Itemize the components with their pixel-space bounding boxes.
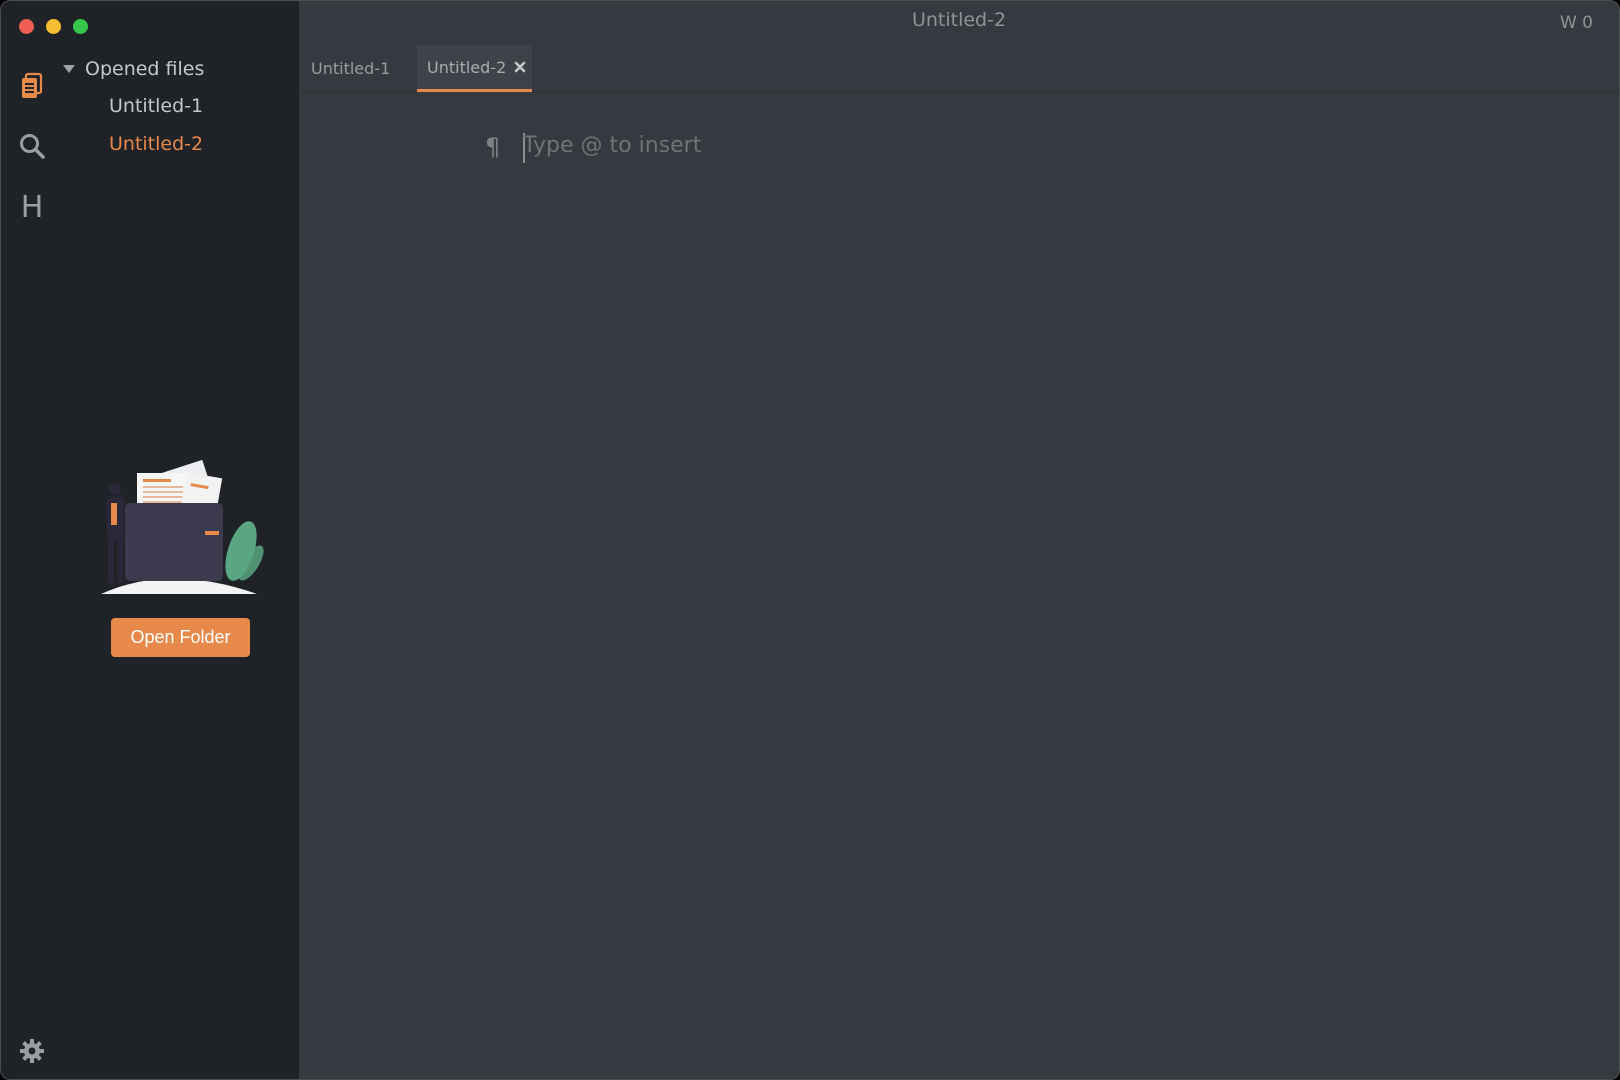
files-icon[interactable] xyxy=(17,71,47,101)
toc-glyph: H xyxy=(20,190,44,225)
tab-untitled-1[interactable]: Untitled-1 xyxy=(311,45,390,92)
window-close-button[interactable] xyxy=(19,19,34,34)
window-title: Untitled-2 xyxy=(911,9,1007,31)
opened-file-untitled-2[interactable]: Untitled-2 xyxy=(109,133,203,155)
close-icon[interactable] xyxy=(513,60,527,74)
editor[interactable]: ¶ Type @ to insert xyxy=(299,93,1619,1079)
opened-files-title: Opened files xyxy=(85,58,205,80)
paragraph-icon[interactable]: ¶ xyxy=(485,133,500,161)
empty-folder-illustration xyxy=(101,459,264,594)
tab-untitled-2[interactable]: Untitled-2 xyxy=(417,45,532,92)
caret-down-icon xyxy=(63,65,75,73)
tab-bar: Untitled-1 Untitled-2 xyxy=(299,45,1619,92)
window-minimize-button[interactable] xyxy=(46,19,61,34)
app-window: H Opened files Untitled-1 Untitled-2 Ope… xyxy=(0,0,1620,1080)
opened-files-header[interactable]: Opened files xyxy=(63,55,204,83)
window-maximize-button[interactable] xyxy=(73,19,88,34)
opened-file-untitled-1[interactable]: Untitled-1 xyxy=(109,95,203,117)
toc-icon[interactable]: H xyxy=(17,193,47,223)
tab-label: Untitled-2 xyxy=(427,57,507,77)
editor-placeholder[interactable]: Type @ to insert xyxy=(523,133,701,158)
sidebar: H Opened files Untitled-1 Untitled-2 Ope… xyxy=(1,1,299,1079)
open-folder-button[interactable]: Open Folder xyxy=(111,618,250,657)
tab-label: Untitled-1 xyxy=(311,59,391,78)
word-count[interactable]: W 0 xyxy=(1560,13,1593,33)
gear-icon[interactable] xyxy=(17,1036,47,1066)
search-icon[interactable] xyxy=(17,131,47,161)
